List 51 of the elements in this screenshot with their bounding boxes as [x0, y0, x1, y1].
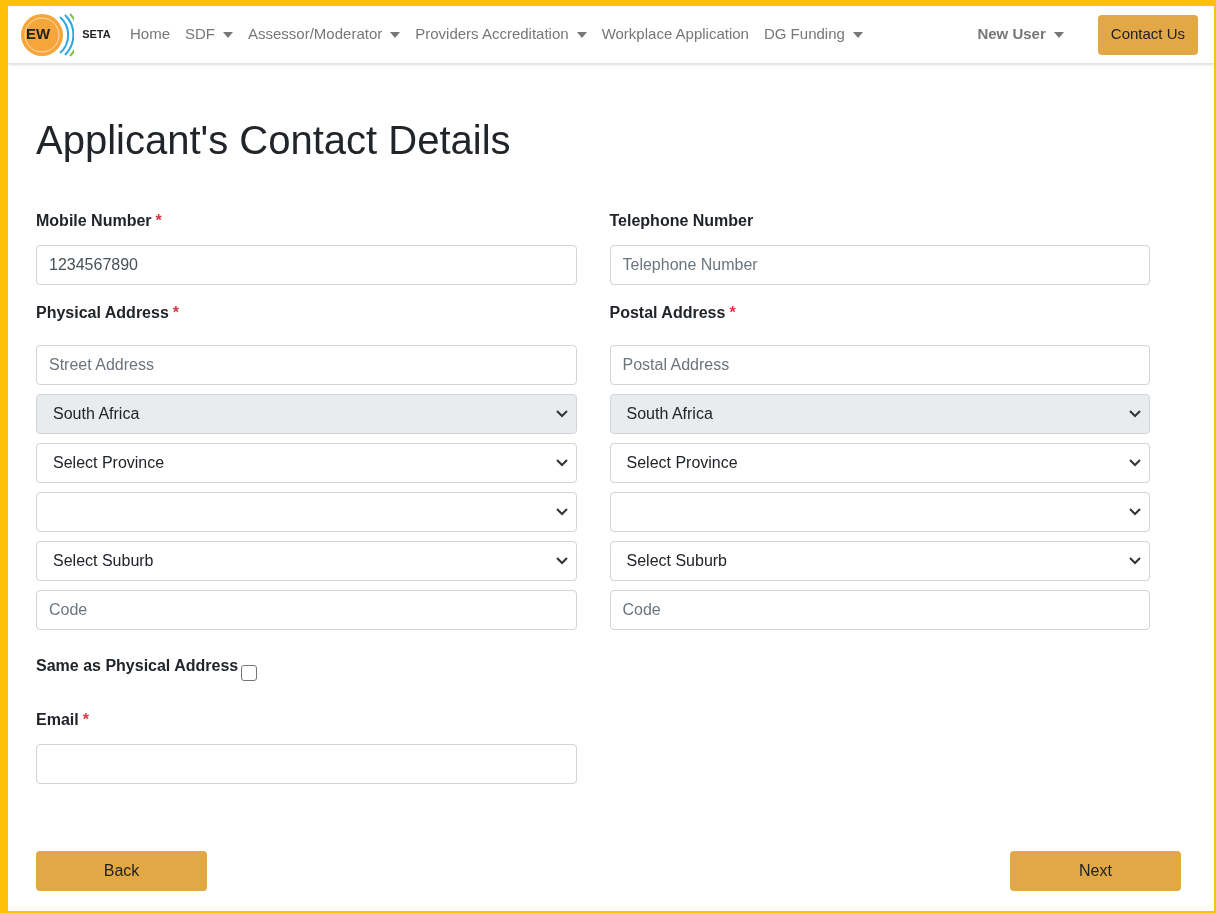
field-label: Mobile Number: [36, 211, 152, 231]
select-field[interactable]: Select Province: [36, 443, 577, 483]
required-mark: *: [155, 211, 162, 231]
caret-icon: [852, 31, 863, 38]
select-field[interactable]: Select Province: [609, 443, 1150, 483]
input-field[interactable]: Postal Address: [609, 345, 1150, 385]
user-menu[interactable]: New User: [977, 23, 1064, 46]
select-field[interactable]: Select Suburb: [609, 541, 1150, 581]
caret-icon: [1053, 31, 1064, 38]
nav-link[interactable]: DG Funding: [763, 23, 863, 46]
logo-icon: [20, 10, 74, 59]
required-mark: *: [172, 303, 180, 323]
chevron-icon: [1129, 410, 1141, 418]
field-label: Physical Address: [36, 303, 169, 323]
required-mark: *: [82, 710, 89, 730]
input-field[interactable]: Street Address: [36, 345, 577, 385]
chevron-icon: [1129, 459, 1141, 467]
checkbox-label: Same as Physical Address: [36, 656, 239, 676]
nav-link[interactable]: Workplace Application: [601, 23, 749, 46]
chevron-icon: [555, 557, 568, 565]
chevron-icon: [1129, 557, 1141, 565]
field-label: Telephone Number: [609, 211, 754, 231]
input-field[interactable]: Telephone Number: [609, 245, 1150, 285]
chevron-icon: [555, 459, 568, 467]
select-field[interactable]: [36, 492, 577, 532]
input-field[interactable]: Code: [36, 590, 577, 630]
contact-button[interactable]: Contact Us: [1097, 14, 1198, 55]
caret-icon: [576, 31, 587, 38]
input-field[interactable]: Code: [609, 590, 1150, 630]
select-field[interactable]: [609, 492, 1150, 532]
next-button[interactable]: Next: [1010, 851, 1181, 891]
input-field[interactable]: 1234567890: [36, 245, 577, 285]
nav-link[interactable]: Providers Accreditation: [415, 23, 587, 46]
field-label: Postal Address: [609, 303, 726, 323]
caret-icon: [223, 31, 233, 38]
caret-icon: [390, 31, 401, 38]
chevron-icon: [555, 410, 568, 418]
logo-text: SETA: [82, 27, 111, 43]
page-title: Applicant's Contact Details: [36, 117, 512, 164]
nav-link[interactable]: SDF: [185, 23, 233, 46]
logo-text: EW: [26, 24, 51, 45]
nav-link[interactable]: Home: [130, 23, 170, 46]
select-field[interactable]: Select Suburb: [36, 541, 577, 581]
checkbox[interactable]: [241, 665, 258, 681]
back-button[interactable]: Back: [36, 851, 207, 891]
required-mark: *: [729, 303, 736, 323]
field-label: Email: [36, 710, 79, 730]
nav-link[interactable]: Assessor/Moderator: [248, 23, 401, 46]
email-field[interactable]: [36, 744, 577, 784]
chevron-icon: [555, 508, 568, 516]
chevron-icon: [1129, 508, 1141, 516]
